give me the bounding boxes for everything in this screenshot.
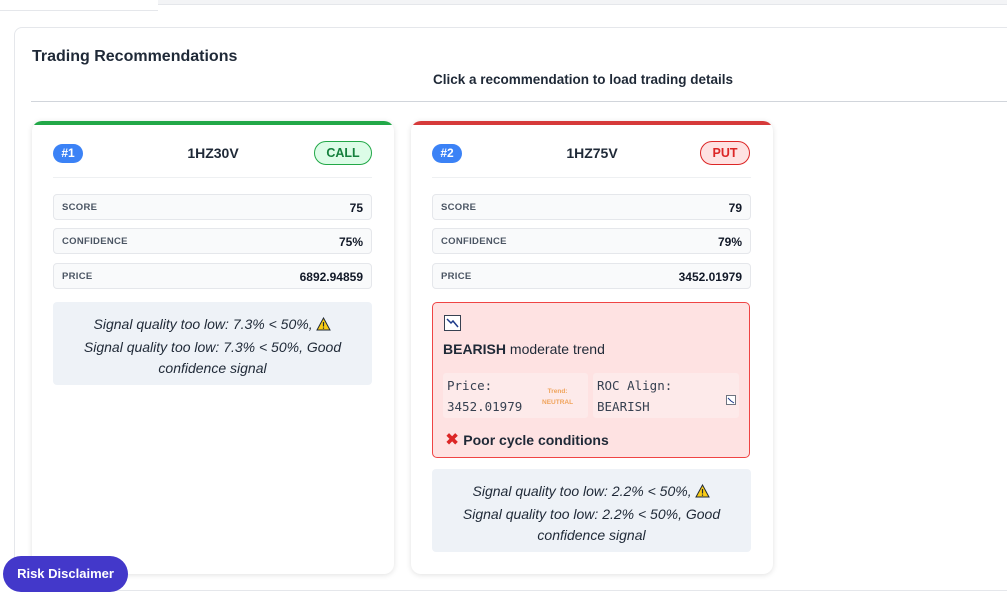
metric-value: 79%	[717, 235, 742, 249]
recommendation-card-1[interactable]: #1 1HZ30V CALL SCORE 75 CONFIDENCE 75% P…	[32, 121, 394, 574]
quality-line-3: confidence signal	[158, 360, 267, 376]
top-divider	[0, 10, 158, 11]
warning-icon	[695, 483, 711, 504]
panel-divider	[31, 101, 1007, 102]
card-header-divider	[432, 177, 751, 178]
trend-summary: BEARISH moderate trend	[443, 341, 605, 357]
price-trend-cell: Price: 3452.01979 Trend: NEUTRAL	[443, 373, 588, 418]
trend-direction: BEARISH	[443, 341, 507, 357]
quality-line-1: Signal quality too low: 7.3% < 50%,	[93, 316, 313, 332]
metric-value: 75	[349, 201, 363, 215]
signal-badge: CALL	[314, 141, 372, 165]
trend-tag-value: NEUTRAL	[542, 399, 574, 406]
quality-line-1: Signal quality too low: 2.2% < 50%,	[472, 483, 692, 499]
card-accent-bar	[411, 121, 773, 125]
quality-line-2: Signal quality too low: 2.2% < 50%, Good	[462, 506, 721, 522]
price-value: 3452.01979	[447, 399, 523, 414]
metric-score: SCORE 79	[432, 194, 751, 220]
roc-value: BEARISH	[597, 399, 650, 414]
metric-label: SCORE	[441, 202, 477, 213]
roc-align-cell: ROC Align: BEARISH	[593, 373, 739, 418]
metric-price: PRICE 3452.01979	[432, 263, 751, 289]
signal-badge: PUT	[700, 141, 750, 165]
signal-quality-note: Signal quality too low: 2.2% < 50%, Sign…	[432, 469, 751, 552]
recommendation-card-2[interactable]: #2 1HZ75V PUT SCORE 79 CONFIDENCE 79% PR…	[411, 121, 773, 574]
roc-label: ROC Align:	[597, 378, 673, 393]
metric-price: PRICE 6892.94859	[53, 263, 372, 289]
trend-tag: Trend: NEUTRAL	[542, 386, 573, 408]
cycle-conditions: ✖ Poor cycle conditions	[445, 430, 609, 450]
cross-mark-icon: ✖	[445, 430, 460, 449]
trend-analysis-box: BEARISH moderate trend Price: 3452.01979…	[432, 302, 750, 458]
metric-label: SCORE	[62, 202, 98, 213]
card-header-divider	[53, 177, 372, 178]
card-accent-bar	[32, 121, 394, 125]
metric-value: 79	[728, 201, 742, 215]
metric-value: 3452.01979	[678, 270, 742, 284]
top-scrollbar-track[interactable]	[158, 0, 1007, 5]
cycle-text: Poor cycle conditions	[463, 432, 609, 448]
metric-label: PRICE	[62, 271, 93, 282]
trend-tag-label: Trend:	[547, 388, 568, 395]
metric-label: CONFIDENCE	[441, 236, 507, 247]
panel-hint: Click a recommendation to load trading d…	[433, 72, 734, 87]
metric-value: 6892.94859	[299, 270, 363, 284]
panel-title: Trading Recommendations	[32, 48, 238, 65]
trend-strength: moderate trend	[509, 341, 605, 357]
warning-icon	[316, 316, 332, 337]
quality-line-2: Signal quality too low: 7.3% < 50%, Good	[83, 339, 342, 355]
quality-line-3: confidence signal	[537, 527, 646, 543]
price-label: Price:	[447, 378, 493, 393]
signal-quality-note: Signal quality too low: 7.3% < 50%, Sign…	[53, 302, 372, 385]
metric-confidence: CONFIDENCE 79%	[432, 228, 751, 254]
chart-down-icon	[444, 315, 461, 336]
metric-label: CONFIDENCE	[62, 236, 128, 247]
metric-confidence: CONFIDENCE 75%	[53, 228, 372, 254]
metric-value: 75%	[338, 235, 363, 249]
risk-disclaimer-button[interactable]: Risk Disclaimer	[3, 556, 128, 592]
top-strip	[0, 0, 1007, 12]
metric-label: PRICE	[441, 271, 472, 282]
metric-score: SCORE 75	[53, 194, 372, 220]
chart-down-icon	[726, 392, 736, 410]
